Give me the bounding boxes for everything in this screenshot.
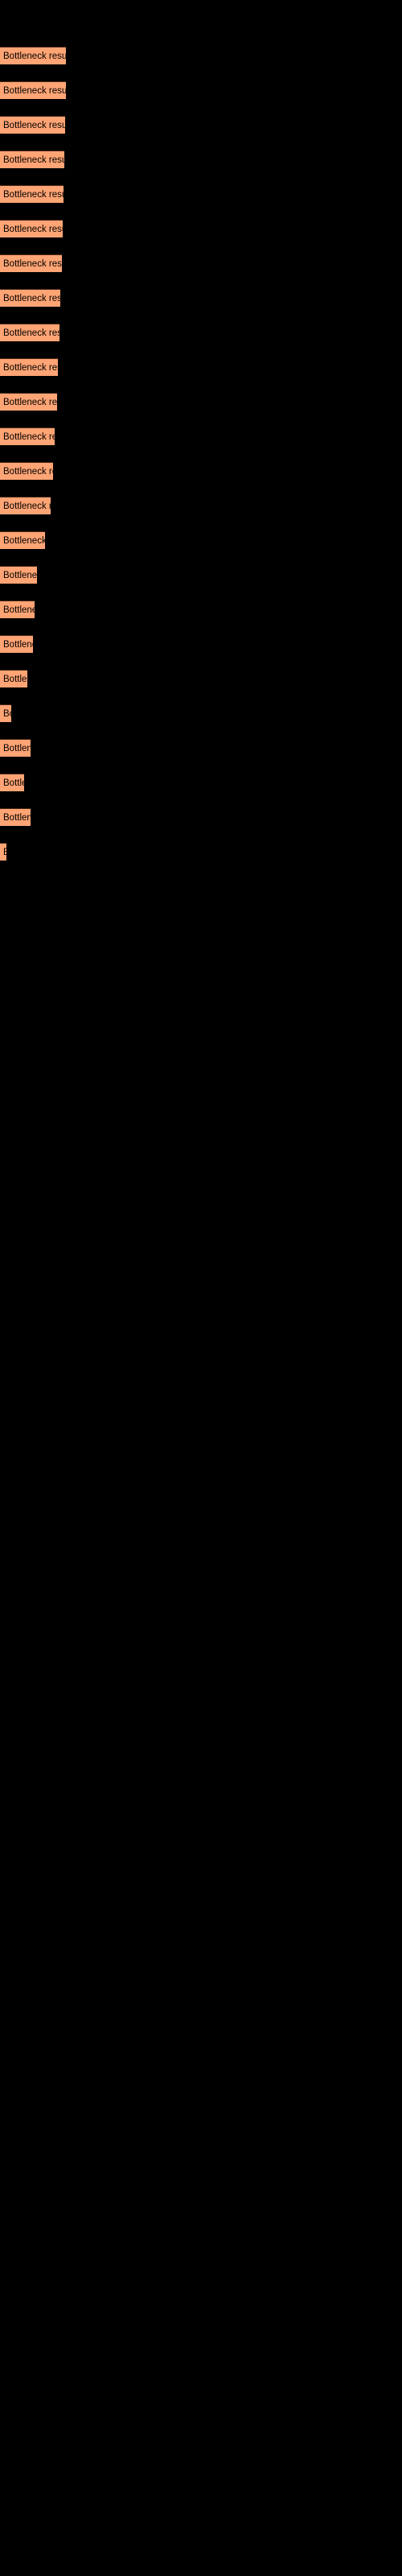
bar-label: Bottleneck result: [3, 294, 60, 303]
bar-bottleneck-result[interactable]: Bottleneck result: [0, 81, 66, 99]
bar-label: Bottleneck result: [3, 605, 35, 615]
bar-label: Bottleneck result: [3, 844, 6, 861]
bar-label: Bottleneck result: [3, 744, 31, 753]
bar-chart-plot-area: Bottleneck result Bottleneck result Bottle…: [0, 0, 402, 2576]
bar-row: Bottleneck result: [0, 774, 402, 791]
bar-bottleneck-result[interactable]: Bottleneck result: [0, 289, 60, 307]
bar-label: Bottleneck result: [3, 675, 27, 684]
bar-bottleneck-result[interactable]: Bottleneck result: [0, 427, 55, 445]
bar-bottleneck-result[interactable]: Bottleneck result: [0, 116, 65, 134]
bar-bottleneck-result[interactable]: Bottleneck result: [0, 635, 33, 653]
bar-row: Bottleneck result: [0, 151, 402, 168]
bar-bottleneck-result[interactable]: Bottleneck result: [0, 151, 64, 168]
bar-row: Bottleneck result: [0, 116, 402, 134]
bar-bottleneck-result[interactable]: Bottleneck result: [0, 670, 27, 687]
bar-label: Bottleneck result: [3, 502, 51, 511]
bar-row: Bottleneck result: [0, 81, 402, 99]
bar-row: Bottleneck result: [0, 47, 402, 64]
bar-row: Bottleneck result: [0, 358, 402, 376]
bar-row: Bottleneck result: [0, 462, 402, 480]
bar-row: Bottleneck result: [0, 635, 402, 653]
bar-bottleneck-result[interactable]: Bottleneck result: [0, 185, 64, 203]
bar-label: Bottleneck result: [3, 536, 45, 546]
bar-label: Bottleneck result: [3, 363, 58, 373]
bar-bottleneck-result[interactable]: Bottleneck result: [0, 220, 63, 237]
bar-row: Bottleneck result: [0, 808, 402, 826]
bar-label: Bottleneck result: [3, 467, 53, 477]
bar-label: Bottleneck result: [3, 640, 33, 650]
bar-bottleneck-result[interactable]: Bottleneck result: [0, 358, 58, 376]
bar-row: Bottleneck result: [0, 220, 402, 237]
bar-row: Bottleneck result: [0, 289, 402, 307]
bar-bottleneck-result[interactable]: Bottleneck result: [0, 808, 31, 826]
bar-row: Bottleneck result: [0, 704, 402, 722]
bar-bottleneck-result[interactable]: Bottleneck result: [0, 774, 24, 791]
page-root: TheBottlenecker.com Bottleneck resultBot…: [0, 0, 402, 2576]
bar-bottleneck-result[interactable]: Bottleneck result: [0, 843, 6, 861]
bar-bottleneck-result[interactable]: Bottleneck result: [0, 497, 51, 514]
bar-row: Bottleneck result: [0, 254, 402, 272]
bar-label: Bottleneck result: [3, 813, 31, 823]
bar-row: Bottleneck result: [0, 739, 402, 757]
bar-bottleneck-result[interactable]: Bottleneck result: [0, 566, 37, 584]
bar-row: Bottleneck result: [0, 427, 402, 445]
bar-row: Bottleneck result: [0, 601, 402, 618]
bar-label: Bottleneck result: [3, 571, 37, 580]
bar-bottleneck-result[interactable]: Bottleneck result: [0, 324, 59, 341]
bar-row: Bottleneck result: [0, 843, 402, 861]
bar-label: Bottleneck result: [3, 709, 11, 719]
bar-label: Bottleneck result: [3, 86, 66, 96]
bar-label: Bottleneck result: [3, 225, 63, 234]
bar-label: Bottleneck result: [3, 155, 64, 165]
bar-row: Bottleneck result: [0, 185, 402, 203]
bar-label: Bottleneck result: [3, 398, 57, 407]
bar-bottleneck-result[interactable]: Bottleneck result: [0, 531, 45, 549]
bar-bottleneck-result[interactable]: Bottleneck result: [0, 393, 57, 411]
bar-bottleneck-result[interactable]: Bottleneck result: [0, 462, 53, 480]
bar-bottleneck-result[interactable]: Bottleneck result: [0, 704, 11, 722]
bar-bottleneck-result[interactable]: Bottleneck result: [0, 254, 62, 272]
bar-row: Bottleneck result: [0, 497, 402, 514]
bar-label: Bottleneck result: [3, 121, 65, 130]
bar-label: Bottleneck result: [3, 328, 59, 338]
bar-label: Bottleneck result: [3, 52, 66, 61]
bar-label: Bottleneck result: [3, 190, 64, 200]
bar-bottleneck-result[interactable]: Bottleneck result: [0, 601, 35, 618]
bar-row: Bottleneck result: [0, 566, 402, 584]
bar-bottleneck-result[interactable]: Bottleneck result: [0, 47, 66, 64]
bar-row: Bottleneck result: [0, 393, 402, 411]
bar-label: Bottleneck result: [3, 259, 62, 269]
bar-bottleneck-result[interactable]: Bottleneck result: [0, 739, 31, 757]
bar-row: Bottleneck result: [0, 670, 402, 687]
bar-row: Bottleneck result: [0, 324, 402, 341]
bar-label: Bottleneck result: [3, 432, 55, 442]
bar-row: Bottleneck result: [0, 531, 402, 549]
bar-label: Bottleneck result: [3, 778, 24, 788]
